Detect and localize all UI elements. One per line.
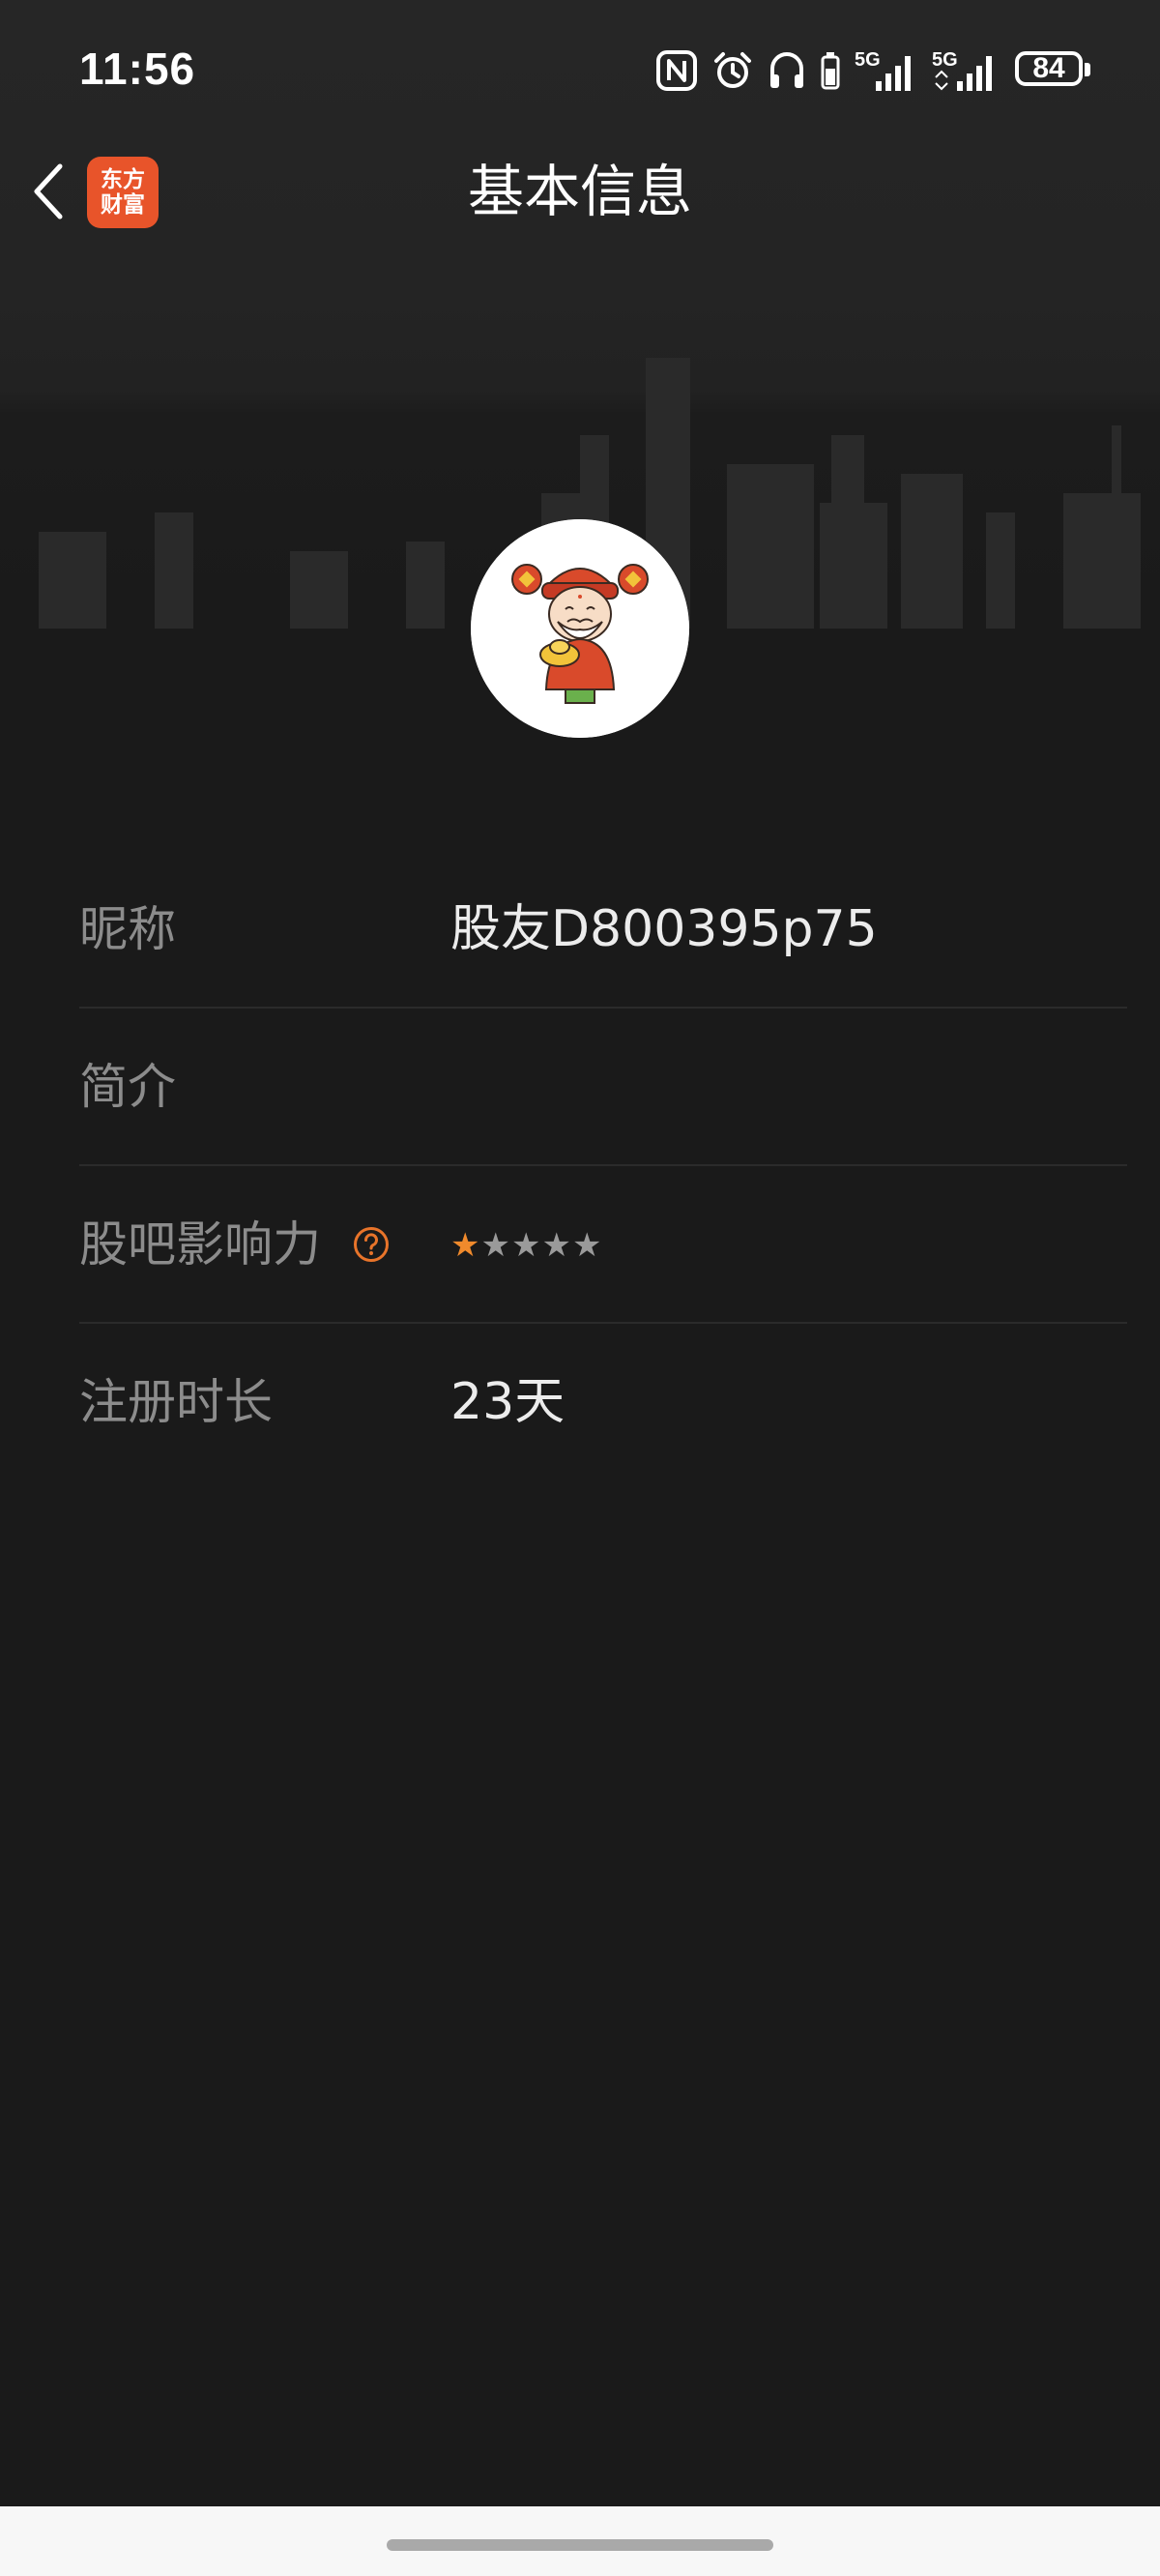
network-label-1: 5G bbox=[855, 49, 881, 71]
nickname-value: 股友D800395p75 bbox=[450, 900, 878, 958]
back-button[interactable] bbox=[17, 155, 79, 228]
influence-label: 股吧影响力 bbox=[79, 1216, 321, 1273]
profile-info-list: 昵称 股友D800395p75 简介 股吧影响力 ★ ★ ★ ★ ★ 注册时长 23天 bbox=[79, 851, 1127, 1481]
app-badge-line2: 财富 bbox=[101, 191, 145, 218]
intro-row[interactable]: 简介 bbox=[79, 1009, 1127, 1166]
chevron-left-icon bbox=[34, 163, 63, 220]
nfc-icon bbox=[656, 50, 697, 91]
intro-label: 简介 bbox=[79, 1059, 176, 1115]
app-logo-badge[interactable]: 东方 财富 bbox=[87, 157, 159, 228]
nickname-row[interactable]: 昵称 股友D800395p75 bbox=[79, 851, 1127, 1009]
registration-row: 注册时长 23天 bbox=[79, 1324, 1127, 1481]
star-filled-icon: ★ bbox=[450, 1225, 480, 1265]
signal-5g-icon: 5G bbox=[855, 49, 911, 91]
battery-indicator: 84 bbox=[1015, 51, 1090, 90]
star-empty-icon: ★ bbox=[571, 1225, 602, 1265]
status-time: 11:56 bbox=[79, 44, 196, 94]
star-empty-icon: ★ bbox=[541, 1225, 571, 1265]
gesture-navigation-bar bbox=[0, 2506, 1160, 2576]
registration-value: 23天 bbox=[450, 1373, 566, 1431]
nickname-label: 昵称 bbox=[79, 901, 176, 957]
alarm-icon bbox=[714, 52, 751, 88]
influence-star-rating: ★ ★ ★ ★ ★ bbox=[450, 1166, 601, 1324]
headphones-icon bbox=[770, 52, 803, 88]
status-bar: 11:56 5G 5G 84 bbox=[0, 0, 1160, 140]
battery-percentage: 84 bbox=[1032, 52, 1065, 84]
battery-terminal bbox=[1085, 63, 1090, 76]
star-empty-icon: ★ bbox=[510, 1225, 541, 1265]
influence-row: 股吧影响力 ★ ★ ★ ★ ★ bbox=[79, 1166, 1127, 1324]
battery-small-icon bbox=[821, 52, 840, 90]
avatar[interactable] bbox=[471, 519, 689, 738]
signal-5g-icon: 5G bbox=[932, 49, 992, 91]
avatar-fortune-god-icon bbox=[471, 519, 689, 738]
home-indicator[interactable] bbox=[387, 2539, 773, 2551]
registration-label: 注册时长 bbox=[79, 1374, 273, 1430]
status-icons: 5G 5G 84 bbox=[655, 46, 1090, 95]
question-mark-help-icon[interactable] bbox=[352, 1225, 391, 1264]
network-label-2: 5G bbox=[932, 49, 958, 71]
star-empty-icon: ★ bbox=[480, 1225, 510, 1265]
app-badge-line1: 东方 bbox=[101, 166, 145, 192]
